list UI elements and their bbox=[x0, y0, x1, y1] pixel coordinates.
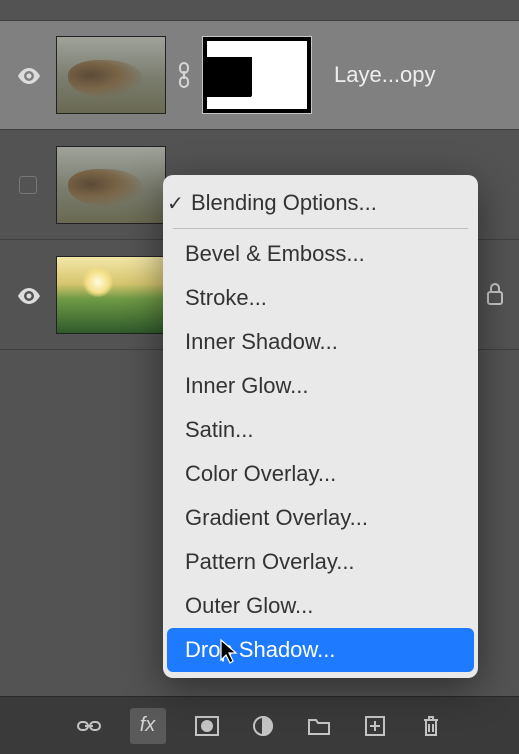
menu-item-pattern-overlay[interactable]: Pattern Overlay... bbox=[163, 540, 478, 584]
visibility-toggle[interactable] bbox=[8, 288, 48, 302]
menu-item-label: Drop Shadow... bbox=[185, 637, 335, 662]
layers-toolbar: fx bbox=[0, 696, 519, 754]
menu-item-label: Pattern Overlay... bbox=[185, 549, 355, 574]
menu-item-stroke[interactable]: Stroke... bbox=[163, 276, 478, 320]
menu-item-inner-glow[interactable]: Inner Glow... bbox=[163, 364, 478, 408]
menu-item-label: Color Overlay... bbox=[185, 461, 336, 486]
fx-icon: fx bbox=[140, 714, 156, 737]
menu-item-label: Blending Options... bbox=[191, 190, 377, 215]
delete-layer-button[interactable] bbox=[416, 711, 446, 741]
layer-row[interactable]: Laye...opy bbox=[0, 20, 519, 130]
link-icon[interactable] bbox=[174, 62, 194, 88]
visibility-toggle[interactable] bbox=[8, 176, 48, 194]
link-layers-button[interactable] bbox=[74, 711, 104, 741]
menu-item-gradient-overlay[interactable]: Gradient Overlay... bbox=[163, 496, 478, 540]
layer-thumbnail[interactable] bbox=[56, 146, 166, 224]
layer-name[interactable]: Laye...opy bbox=[334, 62, 436, 88]
eye-icon bbox=[17, 68, 39, 82]
layer-style-menu: ✓ Blending Options... Bevel & Emboss... … bbox=[163, 175, 478, 678]
eye-icon bbox=[17, 288, 39, 302]
menu-item-label: Outer Glow... bbox=[185, 593, 313, 618]
layer-thumbnail[interactable] bbox=[56, 36, 166, 114]
new-group-button[interactable] bbox=[304, 711, 334, 741]
add-mask-button[interactable] bbox=[192, 711, 222, 741]
menu-item-color-overlay[interactable]: Color Overlay... bbox=[163, 452, 478, 496]
checkmark-icon: ✓ bbox=[167, 191, 184, 216]
menu-item-satin[interactable]: Satin... bbox=[163, 408, 478, 452]
menu-item-blending-options[interactable]: ✓ Blending Options... bbox=[163, 181, 478, 225]
adjustment-layer-button[interactable] bbox=[248, 711, 278, 741]
fx-button[interactable]: fx bbox=[130, 708, 166, 744]
visibility-toggle[interactable] bbox=[8, 68, 48, 82]
menu-item-label: Inner Glow... bbox=[185, 373, 309, 398]
menu-item-label: Gradient Overlay... bbox=[185, 505, 368, 530]
menu-item-label: Stroke... bbox=[185, 285, 267, 310]
new-layer-button[interactable] bbox=[360, 711, 390, 741]
visibility-off-icon bbox=[19, 176, 37, 194]
menu-separator bbox=[173, 228, 468, 229]
menu-item-label: Bevel & Emboss... bbox=[185, 241, 365, 266]
menu-item-bevel-emboss[interactable]: Bevel & Emboss... bbox=[163, 232, 478, 276]
menu-item-inner-shadow[interactable]: Inner Shadow... bbox=[163, 320, 478, 364]
lock-icon bbox=[485, 282, 505, 311]
menu-item-label: Satin... bbox=[185, 417, 253, 442]
menu-item-outer-glow[interactable]: Outer Glow... bbox=[163, 584, 478, 628]
layer-thumbnail[interactable] bbox=[56, 256, 166, 334]
menu-item-label: Inner Shadow... bbox=[185, 329, 338, 354]
layer-mask-thumbnail[interactable] bbox=[202, 36, 312, 114]
menu-item-drop-shadow[interactable]: Drop Shadow... bbox=[167, 628, 474, 672]
